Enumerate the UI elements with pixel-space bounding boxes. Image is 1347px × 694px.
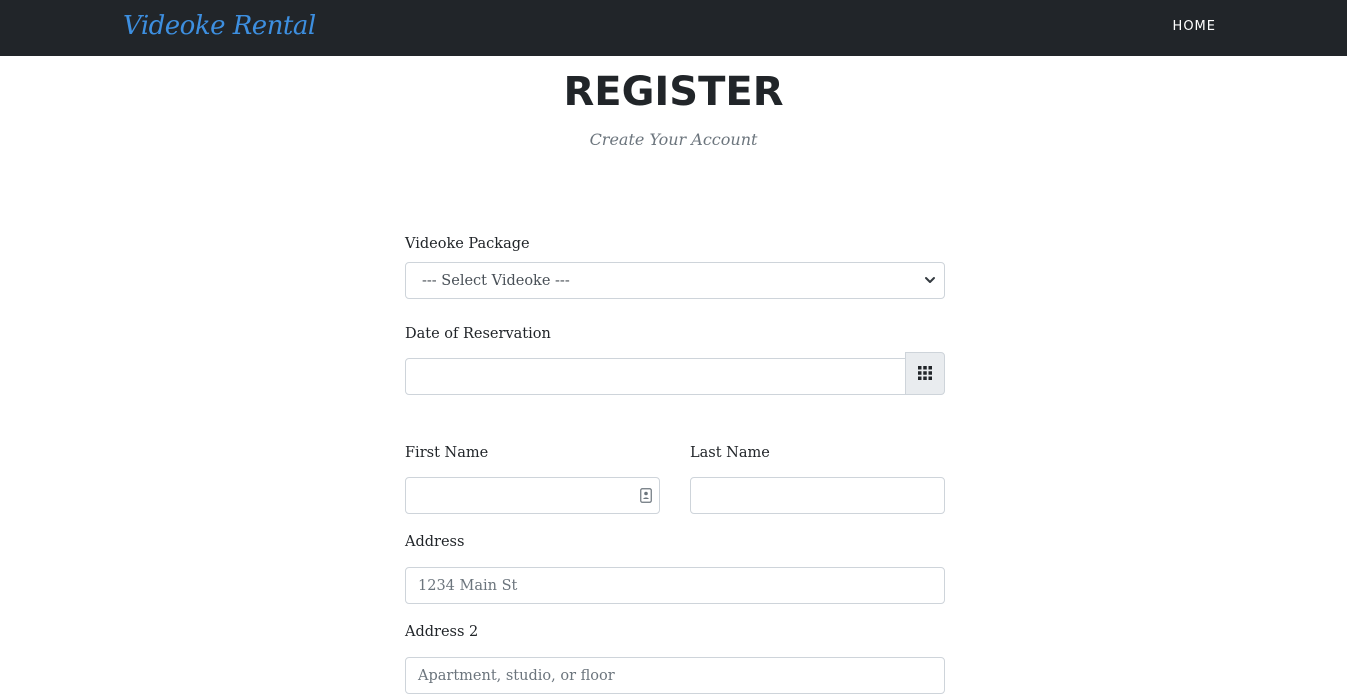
nav-link-home[interactable]: HOME <box>1173 18 1216 36</box>
last-name-label: Last Name <box>690 445 770 461</box>
chevron-down-icon <box>925 277 935 283</box>
address-placeholder: 1234 Main St <box>418 578 518 594</box>
package-label: Videoke Package <box>405 236 530 252</box>
address-input[interactable]: 1234 Main St <box>405 567 945 604</box>
package-select-value: --- Select Videoke --- <box>422 273 570 289</box>
address-label: Address <box>405 534 465 550</box>
top-navbar: Videoke Rental HOME <box>0 0 1347 56</box>
first-name-input[interactable] <box>405 477 660 514</box>
brand-logo-link[interactable]: Videoke Rental <box>123 9 316 43</box>
page-title: REGISTER <box>563 69 784 115</box>
address2-placeholder: Apartment, studio, or floor <box>418 668 615 684</box>
date-input[interactable] <box>405 358 906 395</box>
page-subtitle: Create Your Account <box>589 130 758 149</box>
address2-label: Address 2 <box>405 624 479 640</box>
contact-card-icon <box>640 488 652 503</box>
first-name-label: First Name <box>405 445 489 461</box>
date-label: Date of Reservation <box>405 326 551 342</box>
grid-calendar-icon <box>918 366 932 380</box>
address2-input[interactable]: Apartment, studio, or floor <box>405 657 945 694</box>
package-select[interactable]: --- Select Videoke --- <box>405 262 945 299</box>
last-name-input[interactable] <box>690 477 945 514</box>
calendar-button[interactable] <box>905 352 945 395</box>
